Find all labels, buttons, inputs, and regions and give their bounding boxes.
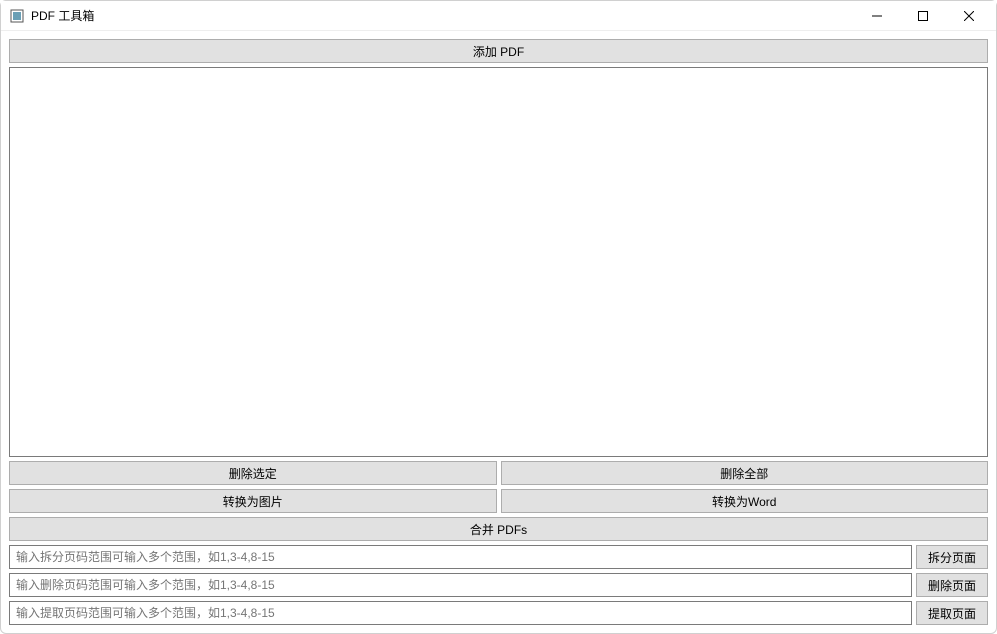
extract-range-input[interactable] [9,601,912,625]
convert-word-button[interactable]: 转换为Word [501,489,989,513]
window-title: PDF 工具箱 [31,7,854,24]
convert-row: 转换为图片 转换为Word [9,489,988,513]
main-content: 添加 PDF 删除选定 删除全部 转换为图片 转换为Word 合并 PDFs 拆… [1,31,996,633]
extract-row: 提取页面 [9,601,988,625]
add-pdf-button[interactable]: 添加 PDF [9,39,988,63]
split-row: 拆分页面 [9,545,988,569]
delete-row: 删除选定 删除全部 [9,461,988,485]
merge-pdfs-button[interactable]: 合并 PDFs [9,517,988,541]
pdf-listbox[interactable] [9,67,988,457]
window-controls [854,1,992,31]
maximize-button[interactable] [900,1,946,31]
extract-pages-button[interactable]: 提取页面 [916,601,988,625]
minimize-button[interactable] [854,1,900,31]
delete-selected-button[interactable]: 删除选定 [9,461,497,485]
close-button[interactable] [946,1,992,31]
split-range-input[interactable] [9,545,912,569]
delete-all-button[interactable]: 删除全部 [501,461,989,485]
convert-image-button[interactable]: 转换为图片 [9,489,497,513]
titlebar: PDF 工具箱 [1,1,996,31]
app-icon [9,8,25,24]
delete-pages-row: 删除页面 [9,573,988,597]
delete-range-input[interactable] [9,573,912,597]
delete-pages-button[interactable]: 删除页面 [916,573,988,597]
split-pages-button[interactable]: 拆分页面 [916,545,988,569]
